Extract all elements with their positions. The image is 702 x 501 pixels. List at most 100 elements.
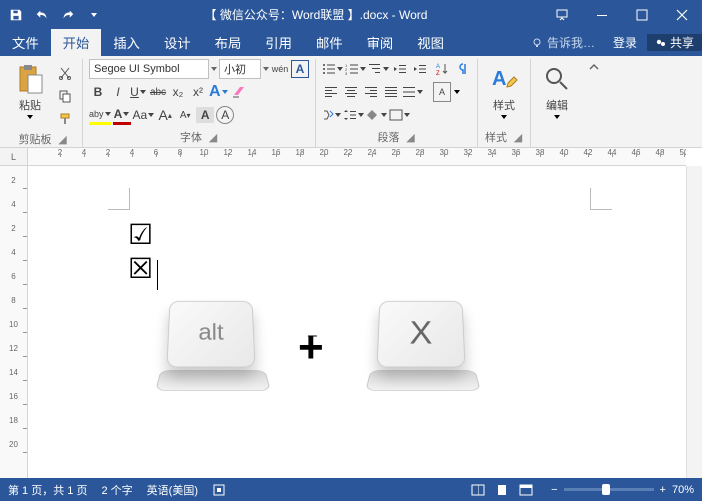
maximize-icon[interactable] <box>622 0 662 29</box>
chevron-down-icon[interactable] <box>211 67 217 71</box>
zoom-level[interactable]: 70% <box>672 484 694 496</box>
char-border-icon[interactable]: A <box>291 60 309 78</box>
document-content[interactable]: ☑ ☒ <box>128 218 195 290</box>
shrink-font-button[interactable]: A▾ <box>176 105 194 125</box>
key-x-label: X <box>409 315 432 352</box>
zoom-out-button[interactable]: − <box>551 484 557 496</box>
sort-icon[interactable]: AZ <box>433 59 451 79</box>
window-controls <box>542 0 702 29</box>
numbering-icon[interactable]: 123 <box>345 59 366 79</box>
highlight-button[interactable]: aby <box>89 105 111 125</box>
tab-design[interactable]: 设计 <box>152 29 203 56</box>
quick-access-toolbar <box>0 3 110 27</box>
undo-icon[interactable] <box>30 3 54 27</box>
macro-record-icon[interactable] <box>212 483 226 497</box>
copy-icon[interactable] <box>54 86 76 106</box>
asian-layout-icon[interactable]: A <box>433 82 451 102</box>
decrease-indent-icon[interactable] <box>391 59 409 79</box>
bulb-icon <box>531 37 543 49</box>
dialog-launcher-icon[interactable]: ◢ <box>58 134 68 144</box>
read-mode-icon[interactable] <box>467 481 489 499</box>
tab-layout[interactable]: 布局 <box>203 29 254 56</box>
horizontal-ruler[interactable]: 2424681012141618202224262830323436384042… <box>28 148 686 166</box>
vertical-ruler[interactable]: 242468101214161820 <box>0 166 28 478</box>
phonetic-guide-icon[interactable]: wén <box>271 59 289 79</box>
chevron-down-icon <box>554 115 560 119</box>
qat-customize-icon[interactable] <box>82 3 106 27</box>
bullets-icon[interactable] <box>322 59 343 79</box>
tab-home[interactable]: 开始 <box>51 29 102 56</box>
change-case-button[interactable]: Aa <box>133 105 155 125</box>
status-language[interactable]: 英语(美国) <box>147 482 198 498</box>
cut-icon[interactable] <box>54 63 76 83</box>
collapse-ribbon-icon[interactable] <box>583 59 605 147</box>
web-layout-icon[interactable] <box>515 481 537 499</box>
window-title: 【 微信公众号：Word联盟 】.docx - Word <box>110 6 542 23</box>
sign-in[interactable]: 登录 <box>603 34 647 51</box>
page[interactable]: ☑ ☒ alt + ⌶ X <box>48 178 672 468</box>
print-layout-icon[interactable] <box>491 481 513 499</box>
close-icon[interactable] <box>662 0 702 29</box>
grow-font-button[interactable]: A▴ <box>156 105 174 125</box>
editing-button[interactable]: 编辑 <box>537 59 577 119</box>
paste-button[interactable]: 粘贴 <box>10 59 50 119</box>
status-word-count[interactable]: 2 个字 <box>101 482 132 498</box>
paragraph-group-label: 段落 <box>378 129 400 145</box>
superscript-button[interactable]: x² <box>189 82 207 102</box>
tell-me[interactable]: 告诉我… <box>523 34 603 51</box>
paste-label: 粘贴 <box>19 97 41 113</box>
multilevel-list-icon[interactable] <box>368 59 389 79</box>
tab-references[interactable]: 引用 <box>253 29 304 56</box>
font-size-box[interactable]: 小初 <box>219 59 261 79</box>
shading-icon[interactable] <box>366 105 387 125</box>
show-marks-icon[interactable] <box>453 59 471 79</box>
tab-review[interactable]: 审阅 <box>355 29 406 56</box>
tab-mailings[interactable]: 邮件 <box>304 29 355 56</box>
save-icon[interactable] <box>4 3 28 27</box>
align-left-icon[interactable] <box>322 82 340 102</box>
line-spacing-icon[interactable] <box>343 105 364 125</box>
dialog-launcher-icon[interactable]: ◢ <box>513 132 523 142</box>
bold-button[interactable]: B <box>89 82 107 102</box>
align-right-icon[interactable] <box>362 82 380 102</box>
redo-icon[interactable] <box>56 3 80 27</box>
status-page[interactable]: 第 1 页，共 1 页 <box>8 482 87 498</box>
styles-button[interactable]: A 样式 <box>484 59 524 119</box>
clear-format-icon[interactable] <box>230 82 248 102</box>
dialog-launcher-icon[interactable]: ◢ <box>208 132 218 142</box>
dialog-launcher-icon[interactable]: ◢ <box>406 132 416 142</box>
svg-text:Z: Z <box>436 71 440 76</box>
borders-icon[interactable] <box>389 105 410 125</box>
align-justify-icon[interactable] <box>382 82 400 102</box>
font-name-box[interactable]: Segoe UI Symbol <box>89 59 209 79</box>
tell-me-label: 告诉我… <box>547 34 595 51</box>
zoom-thumb[interactable] <box>602 484 610 495</box>
italic-button[interactable]: I <box>109 82 127 102</box>
strikethrough-button[interactable]: abc <box>149 82 167 102</box>
vertical-scrollbar[interactable] <box>686 166 702 478</box>
minimize-icon[interactable] <box>582 0 622 29</box>
increase-indent-icon[interactable] <box>411 59 429 79</box>
text-direction-icon[interactable] <box>322 105 341 125</box>
align-center-icon[interactable] <box>342 82 360 102</box>
text-effects-icon[interactable]: A <box>209 82 228 102</box>
font-color-button[interactable]: A <box>113 105 131 125</box>
zoom-in-button[interactable]: + <box>660 484 666 496</box>
ruler-corner[interactable]: L <box>0 148 28 166</box>
tab-view[interactable]: 视图 <box>405 29 456 56</box>
tab-file[interactable]: 文件 <box>0 29 51 56</box>
format-painter-icon[interactable] <box>54 109 76 129</box>
char-shading-icon[interactable]: A <box>196 107 214 123</box>
chevron-down-icon[interactable] <box>263 67 269 71</box>
chevron-down-icon[interactable] <box>454 90 460 94</box>
enclose-char-icon[interactable]: A <box>216 106 234 124</box>
underline-button[interactable]: U <box>129 82 147 102</box>
share-label: 共享 <box>670 34 694 51</box>
ribbon-options-icon[interactable] <box>542 0 582 29</box>
zoom-slider[interactable] <box>564 488 654 491</box>
tab-insert[interactable]: 插入 <box>101 29 152 56</box>
svg-text:A: A <box>436 64 440 70</box>
distributed-icon[interactable] <box>402 82 423 102</box>
subscript-button[interactable]: x₂ <box>169 82 187 102</box>
share-button[interactable]: 共享 <box>647 34 702 51</box>
